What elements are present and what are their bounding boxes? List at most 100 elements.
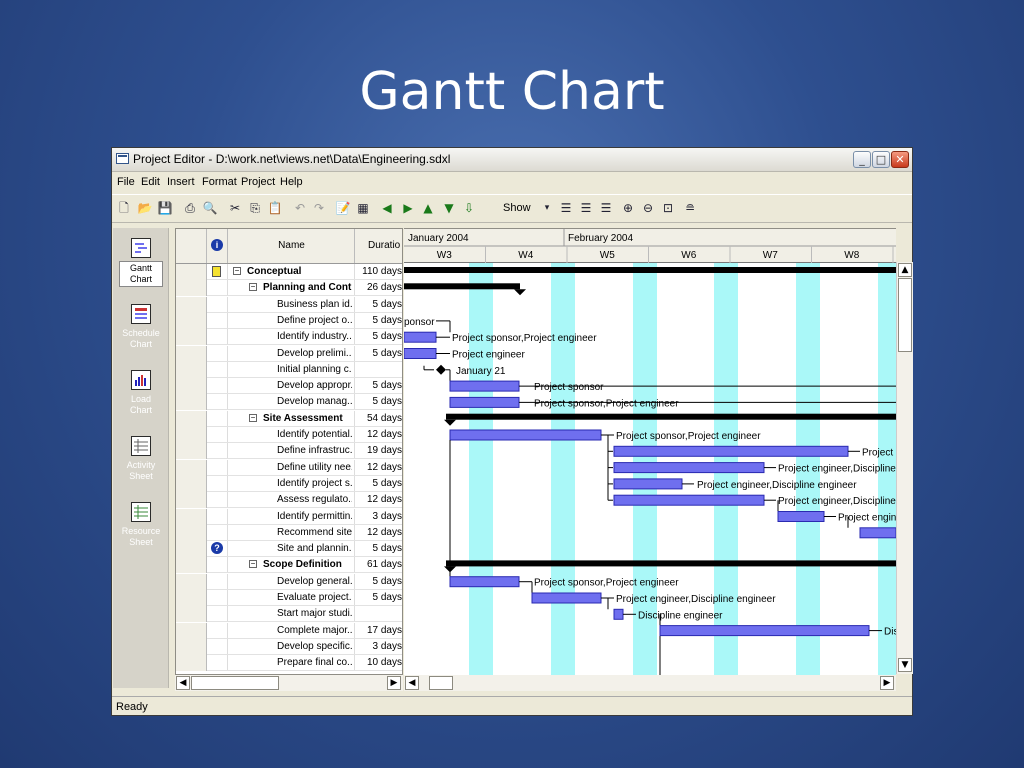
task-bar[interactable] [449, 396, 520, 408]
new-icon[interactable]: 🗋 [116, 200, 132, 216]
paste-icon[interactable]: 📋 [267, 200, 283, 216]
row-header[interactable] [176, 573, 207, 590]
view-activity-sheet[interactable]: Activity Sheet [119, 436, 163, 483]
task-name[interactable]: Define utility nee... [277, 462, 352, 473]
duration-cell[interactable]: 19 days [354, 443, 402, 459]
move-up-icon[interactable]: ▲ [420, 200, 436, 216]
row-header[interactable] [176, 524, 207, 541]
view-load-chart[interactable]: Load Chart [119, 370, 163, 417]
row-header[interactable] [176, 590, 207, 606]
task-name[interactable]: Define project o... [277, 315, 352, 326]
task-name[interactable]: Site and plannin... [277, 543, 352, 554]
table-row[interactable]: Complete major... 17 days [176, 622, 402, 639]
table-row[interactable]: Define infrastruc... 19 days [176, 443, 402, 460]
duration-cell[interactable]: 5 days [354, 296, 402, 312]
duration-cell[interactable]: 26 days [354, 280, 402, 296]
chart-scroll-left-icon[interactable]: ◀ [405, 676, 419, 690]
align-center-icon[interactable]: ☰ [578, 200, 594, 216]
duration-cell[interactable]: 12 days [354, 459, 402, 475]
task-bar[interactable] [449, 576, 520, 588]
table-row[interactable]: Identify project s... 5 days [176, 475, 402, 492]
move-down-icon[interactable]: ▼ [441, 200, 457, 216]
summary-bar[interactable] [446, 560, 896, 567]
duration-cell[interactable]: 5 days [354, 590, 402, 605]
task-bar[interactable] [659, 625, 870, 637]
vertical-scrollbar[interactable]: ▲ ▼ [896, 262, 913, 674]
task-name[interactable]: Identify permittin... [277, 511, 352, 522]
task-name[interactable]: Planning and Control [263, 282, 352, 293]
view-resource-sheet[interactable]: Resource Sheet [119, 502, 163, 549]
duration-cell[interactable]: 5 days [354, 475, 402, 491]
grid-scroll-right-icon[interactable]: ▶ [387, 676, 401, 690]
collapse-toggle-icon[interactable]: − [249, 413, 257, 422]
note-icon[interactable] [212, 266, 221, 277]
task-name[interactable]: Conceptual [247, 266, 352, 277]
row-header[interactable] [176, 541, 207, 558]
grid-scroll-left-icon[interactable]: ◀ [176, 676, 190, 690]
table-row[interactable]: Recommend site 12 days [176, 524, 402, 541]
menu-file[interactable]: File [117, 176, 135, 188]
duration-cell[interactable]: 12 days [354, 492, 402, 508]
row-header[interactable] [176, 427, 207, 443]
show-label[interactable]: Show [503, 202, 531, 214]
task-name[interactable]: Business plan id... [277, 299, 352, 310]
duration-cell[interactable]: 12 days [354, 524, 402, 540]
table-row[interactable]: − Scope Definition 61 days [176, 557, 402, 574]
info-column-header[interactable]: i [207, 229, 228, 263]
print-icon[interactable]: ⎙ [182, 200, 198, 216]
row-header[interactable] [176, 655, 207, 672]
show-dropdown-icon[interactable]: ▾ [539, 200, 555, 216]
zoom-out-icon[interactable]: ⊖ [640, 200, 656, 216]
cut-icon[interactable]: ✂ [227, 200, 243, 216]
view-gantt-chart[interactable]: Gantt Chart [119, 238, 163, 287]
align-right-icon[interactable]: ☰ [598, 200, 614, 216]
task-bar[interactable] [613, 445, 849, 457]
table-row[interactable]: Identify industry... 5 days [176, 329, 402, 346]
duration-cell[interactable]: 3 days [354, 638, 402, 654]
milestone-diamond[interactable] [436, 364, 446, 375]
zoom-in-icon[interactable]: ⊕ [620, 200, 636, 216]
task-name[interactable]: Scope Definition [263, 559, 352, 570]
table-row[interactable]: Assess regulato... 12 days [176, 492, 402, 509]
link-tasks-icon[interactable]: ⇩ [461, 200, 477, 216]
menu-project[interactable]: Project [241, 176, 275, 188]
grid-horizontal-scrollbar[interactable]: ◀ ▶ [175, 675, 403, 691]
minimize-button[interactable]: _ [853, 151, 871, 168]
duration-cell[interactable]: 10 days [354, 655, 402, 671]
fit-icon[interactable]: ⊡ [660, 200, 676, 216]
save-icon[interactable]: 💾 [157, 200, 173, 216]
task-bar[interactable] [777, 511, 825, 522]
menu-format[interactable]: Format [202, 176, 237, 188]
row-header[interactable] [176, 622, 207, 639]
duration-cell[interactable]: 110 days [354, 264, 402, 279]
table-row[interactable]: Business plan id... 5 days [176, 296, 402, 313]
chart-scroll-thumb[interactable] [429, 676, 453, 690]
duration-cell[interactable]: 3 days [354, 508, 402, 524]
help-icon[interactable]: ? [211, 542, 223, 555]
duration-cell[interactable]: 5 days [354, 541, 402, 557]
table-row[interactable]: − Site Assessment 54 days [176, 410, 402, 427]
task-name[interactable]: Assess regulato... [277, 494, 352, 505]
duration-cell[interactable] [354, 606, 402, 622]
row-header[interactable] [176, 378, 207, 395]
task-name[interactable]: Prepare final co... [277, 657, 352, 668]
open-icon[interactable]: 📂 [137, 200, 153, 216]
duration-cell[interactable]: 5 days [354, 394, 402, 410]
duration-column-header[interactable]: Duratio [355, 229, 402, 263]
summary-bar[interactable] [446, 413, 896, 420]
duration-cell[interactable] [354, 361, 402, 377]
table-row[interactable]: − Conceptual 110 days [176, 264, 402, 280]
table-row[interactable]: Evaluate project... 5 days [176, 590, 402, 606]
row-header[interactable] [176, 459, 207, 476]
copy-icon[interactable]: ⎘ [247, 200, 263, 216]
task-name[interactable]: Develop appropr... [277, 380, 352, 391]
task-bar[interactable] [613, 494, 765, 506]
task-name[interactable]: Complete major... [277, 625, 352, 636]
row-header[interactable] [176, 394, 207, 411]
table-row[interactable]: ? Site and plannin... 5 days [176, 541, 402, 558]
row-header[interactable] [176, 329, 207, 346]
task-bar[interactable] [404, 331, 437, 343]
table-row[interactable]: Develop specific... 3 days [176, 638, 402, 655]
title-bar[interactable]: Project Editor - D:\work.net\views.net\D… [112, 148, 912, 172]
table-row[interactable]: Prepare final co... 10 days [176, 655, 402, 672]
